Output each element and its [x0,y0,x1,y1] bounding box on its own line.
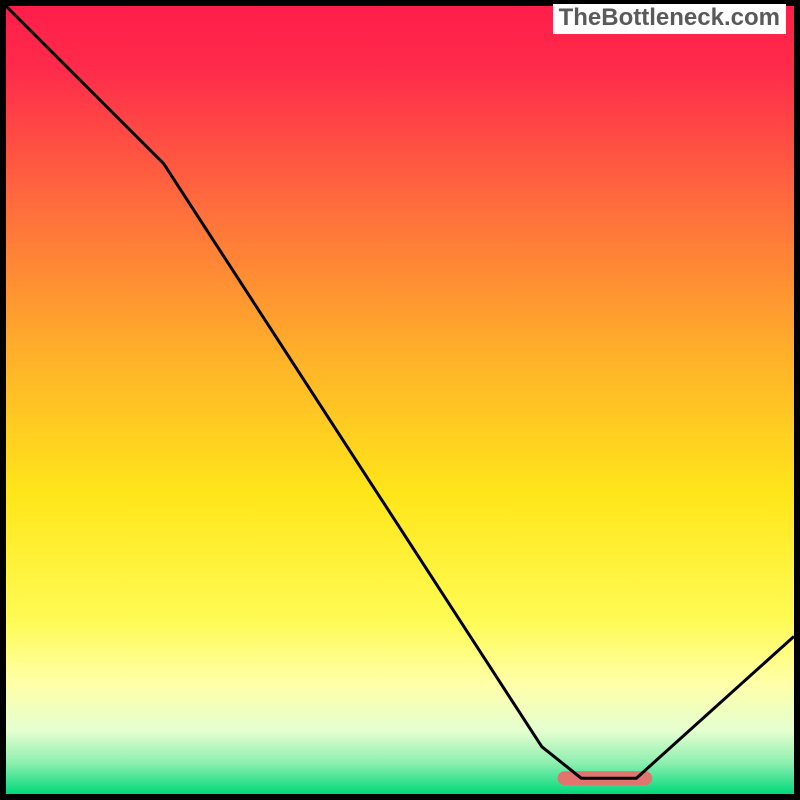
watermark-text: TheBottleneck.com [553,4,786,34]
chart-canvas [6,6,794,794]
chart-frame: TheBottleneck.com [0,0,800,800]
